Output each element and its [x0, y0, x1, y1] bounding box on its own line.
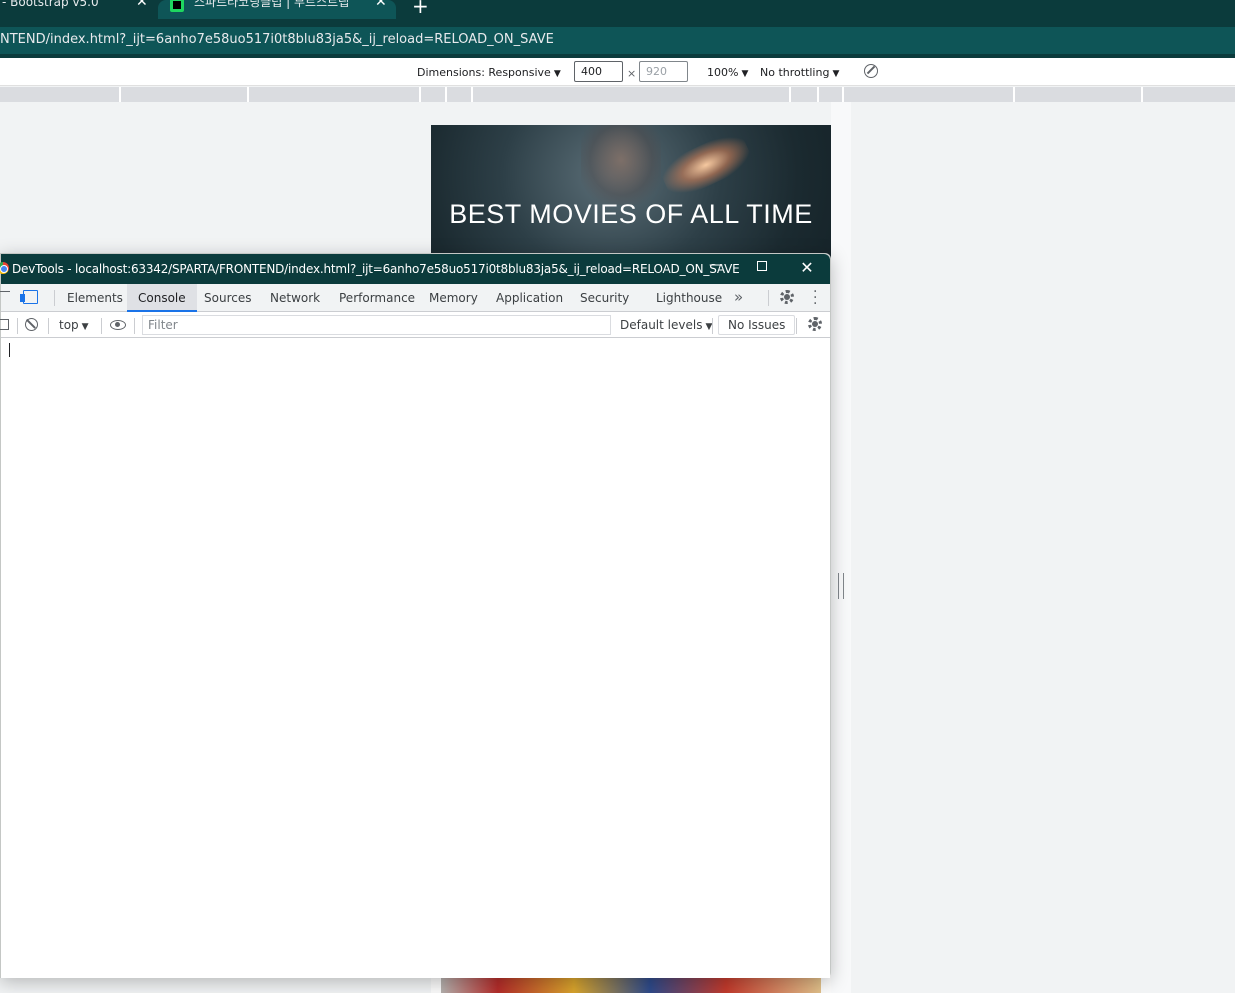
- toolbar-divider: [712, 318, 713, 334]
- pycharm-favicon-icon: [170, 0, 184, 12]
- width-input[interactable]: 400: [574, 61, 623, 82]
- live-expression-eye-icon[interactable]: [110, 320, 126, 330]
- tab-elements[interactable]: Elements: [57, 284, 133, 312]
- maximize-icon: [757, 261, 767, 271]
- tab-memory[interactable]: Memory: [419, 284, 488, 312]
- issues-button[interactable]: No Issues: [718, 315, 796, 335]
- more-tabs-button[interactable]: »: [734, 288, 743, 306]
- ruler-divider: [817, 87, 819, 102]
- poster-image: [441, 977, 821, 993]
- minimize-button[interactable]: —: [706, 257, 726, 273]
- ruler-divider: [247, 87, 249, 102]
- maximize-button[interactable]: [752, 259, 772, 275]
- rotate-icon[interactable]: [864, 64, 878, 78]
- tab-performance[interactable]: Performance: [328, 284, 426, 312]
- viewport-resize-handle[interactable]: [838, 573, 844, 599]
- throttling-label: No throttling: [760, 66, 830, 79]
- more-options-icon[interactable]: · · ·: [813, 285, 817, 311]
- address-bar: NTEND/index.html?_ijt=6anho7e58uo517i0t8…: [0, 19, 1235, 58]
- toolbar-divider: [54, 290, 55, 306]
- ruler-divider: [445, 87, 447, 102]
- ruler-divider: [419, 87, 421, 102]
- media-query-ruler[interactable]: [0, 87, 1235, 102]
- console-toolbar: top ▼ Filter Default levels ▼ No Issues: [0, 312, 830, 338]
- console-settings-gear-icon[interactable]: [808, 317, 822, 331]
- console-filter-input[interactable]: Filter: [142, 315, 611, 335]
- chevron-down-icon: ▼: [81, 322, 89, 332]
- url-text[interactable]: NTEND/index.html?_ijt=6anho7e58uo517i0t8…: [0, 32, 554, 47]
- chrome-icon: [0, 262, 9, 274]
- tab-sources[interactable]: Sources: [194, 284, 261, 312]
- zoom-select[interactable]: 100% ▼: [707, 66, 748, 79]
- dimensions-select[interactable]: Dimensions: Responsive ▼: [417, 66, 561, 79]
- console-prompt-cursor[interactable]: [9, 343, 10, 357]
- dimensions-label: Dimensions: Responsive: [417, 66, 551, 79]
- tab-lighthouse[interactable]: Lighthouse: [646, 284, 732, 312]
- hero-figure-image: [581, 125, 661, 205]
- devtools-tab-bar: Elements Console Sources Network Perform…: [0, 284, 830, 312]
- ruler-divider: [471, 87, 473, 102]
- toolbar-divider: [101, 318, 102, 334]
- tab-close-icon[interactable]: ✕: [375, 0, 387, 9]
- devtools-window: DevTools - localhost:63342/SPARTA/FRONTE…: [0, 253, 831, 978]
- browser-tab-bootstrap[interactable]: - Bootstrap v5.0 ✕: [0, 0, 156, 19]
- inspect-element-icon[interactable]: [0, 291, 10, 303]
- clear-console-icon[interactable]: [25, 318, 38, 331]
- tab-security[interactable]: Security: [570, 284, 639, 312]
- toolbar-divider: [17, 318, 18, 334]
- new-tab-button[interactable]: +: [412, 0, 429, 18]
- chevron-down-icon: ▼: [832, 69, 840, 79]
- ruler-divider: [1013, 87, 1015, 102]
- tab-application[interactable]: Application: [486, 284, 573, 312]
- device-toggle-icon[interactable]: [20, 290, 38, 304]
- devtools-titlebar[interactable]: DevTools - localhost:63342/SPARTA/FRONTE…: [0, 254, 830, 284]
- tab-title: 스파르타코딩클럽 | 부트스트랩: [194, 0, 350, 9]
- tab-console[interactable]: Console: [127, 284, 197, 312]
- toolbar-divider: [134, 318, 135, 334]
- hero-glow-image: [656, 127, 756, 203]
- context-select[interactable]: top ▼: [59, 318, 89, 332]
- zoom-label: 100%: [707, 66, 739, 79]
- log-levels-select[interactable]: Default levels ▼: [620, 318, 712, 332]
- tab-network[interactable]: Network: [260, 284, 330, 312]
- browser-tab-sparta[interactable]: 스파르타코딩클럽 | 부트스트랩 ✕: [158, 0, 396, 19]
- console-output[interactable]: [1, 338, 830, 978]
- chevron-down-icon: ▼: [553, 69, 561, 79]
- ruler-divider: [789, 87, 791, 102]
- settings-gear-icon[interactable]: [780, 290, 794, 304]
- ruler-divider: [119, 87, 121, 102]
- omnibox[interactable]: NTEND/index.html?_ijt=6anho7e58uo517i0t8…: [0, 27, 1235, 54]
- tab-title: - Bootstrap v5.0: [2, 0, 99, 9]
- context-label: top: [59, 318, 79, 332]
- throttling-select[interactable]: No throttling ▼: [760, 66, 839, 79]
- browser-tab-strip: - Bootstrap v5.0 ✕ 스파르타코딩클럽 | 부트스트랩 ✕ +: [0, 0, 1235, 19]
- page-edge: [831, 102, 851, 993]
- hero-title: BEST MOVIES OF ALL TIME: [449, 199, 813, 229]
- tab-close-icon[interactable]: ✕: [136, 0, 148, 9]
- toolbar-divider: [768, 290, 769, 306]
- times-separator: ×: [627, 67, 637, 80]
- toolbar-divider: [48, 318, 49, 334]
- toolbar-divider: [796, 318, 797, 334]
- console-sidebar-icon[interactable]: [0, 319, 9, 330]
- device-toolbar: Dimensions: Responsive ▼ 400 × 920 100% ▼ …: [0, 58, 1235, 86]
- ruler-divider: [842, 87, 844, 102]
- ruler-divider: [1141, 87, 1143, 102]
- chevron-down-icon: ▼: [741, 69, 749, 79]
- height-input[interactable]: 920: [639, 61, 688, 82]
- close-window-button[interactable]: ✕: [797, 258, 817, 277]
- devtools-window-title: DevTools - localhost:63342/SPARTA/FRONTE…: [12, 262, 740, 276]
- log-levels-label: Default levels: [620, 318, 703, 332]
